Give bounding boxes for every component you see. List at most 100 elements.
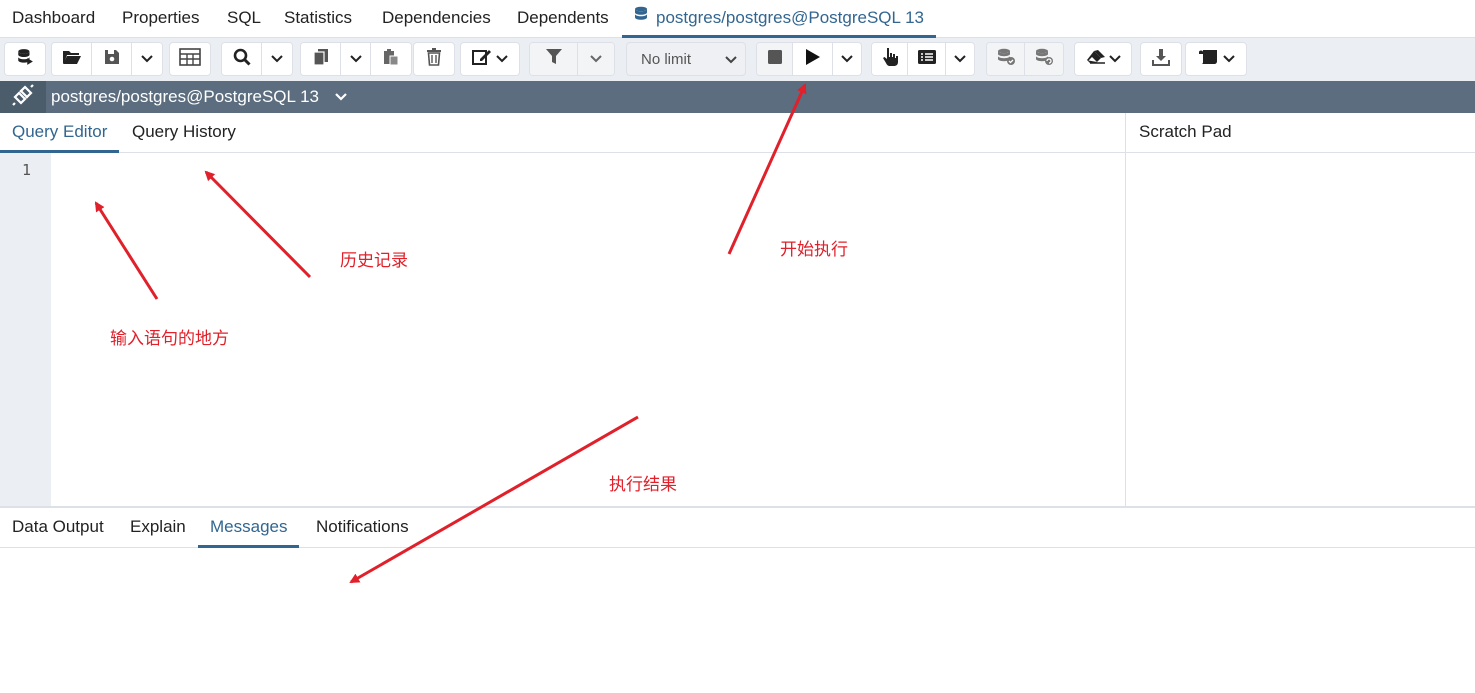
open-query-tool-button[interactable] <box>5 43 45 75</box>
eraser-icon <box>1086 49 1106 70</box>
tab-dependents[interactable]: Dependents <box>517 0 609 38</box>
edit-dropdown-button[interactable] <box>461 43 519 75</box>
edit-icon <box>472 48 492 71</box>
toolbar-group-filter <box>529 42 615 76</box>
folder-open-icon <box>62 49 82 70</box>
copy-icon <box>312 48 329 71</box>
paste-icon <box>383 48 399 71</box>
chevron-down-icon <box>1222 50 1235 68</box>
annotation-history: 历史记录 <box>340 251 408 271</box>
database-icon <box>634 0 650 35</box>
query-toolbar: No limit <box>0 38 1475 81</box>
save-options-dropdown[interactable] <box>132 43 162 75</box>
open-file-button[interactable] <box>52 43 92 75</box>
tab-query-tool-label: postgres/postgres@PostgreSQL 13 <box>656 8 924 27</box>
hand-pointer-icon <box>881 47 899 72</box>
chevron-down-icon <box>590 50 602 68</box>
toolbar-group-clipboard <box>300 42 412 76</box>
chevron-down-icon <box>1108 50 1121 68</box>
top-tab-bar: Dashboard Properties SQL Statistics Depe… <box>0 0 1475 38</box>
tab-sql[interactable]: SQL <box>227 0 261 38</box>
list-icon <box>917 49 937 70</box>
edit-table-button[interactable] <box>170 43 210 75</box>
chevron-down-icon <box>496 50 508 68</box>
tab-query-tool[interactable]: postgres/postgres@PostgreSQL 13 <box>622 0 936 38</box>
cancel-query-button[interactable] <box>757 43 793 75</box>
stop-icon <box>767 49 782 69</box>
explain-analyze-button[interactable] <box>908 43 946 75</box>
copy-button[interactable] <box>301 43 341 75</box>
filter-icon <box>545 48 563 71</box>
find-options-dropdown[interactable] <box>262 43 292 75</box>
toolbar-group-execute <box>756 42 862 76</box>
execute-options-dropdown[interactable] <box>833 43 861 75</box>
database-check-icon <box>996 48 1016 71</box>
line-number: 1 <box>22 161 32 179</box>
explain-options-dropdown[interactable] <box>946 43 974 75</box>
search-icon <box>233 48 251 71</box>
download-icon <box>1152 48 1170 71</box>
toolbar-group-delete <box>413 42 455 76</box>
filter-options-dropdown[interactable] <box>578 43 614 75</box>
tab-query-history[interactable]: Query History <box>132 113 236 153</box>
find-button[interactable] <box>222 43 262 75</box>
messages-panel <box>0 548 1475 693</box>
toolbar-group-file <box>51 42 163 76</box>
paste-button[interactable] <box>371 43 411 75</box>
chevron-down-icon <box>141 50 153 68</box>
tab-statistics[interactable]: Statistics <box>284 0 352 38</box>
chevron-down-icon <box>725 51 737 68</box>
play-icon <box>805 48 821 71</box>
delete-button[interactable] <box>414 43 454 75</box>
save-file-button[interactable] <box>92 43 132 75</box>
chevron-down-icon <box>954 50 966 68</box>
filter-button[interactable] <box>530 43 578 75</box>
tab-messages[interactable]: Messages <box>198 508 300 548</box>
scroll-icon <box>1198 49 1220 70</box>
row-limit-value: No limit <box>641 50 692 68</box>
toolbar-group-edit <box>460 42 520 76</box>
toolbar-group-clear <box>1074 42 1132 76</box>
connection-label[interactable]: postgres/postgres@PostgreSQL 13 <box>51 81 319 113</box>
database-icon <box>16 48 34 71</box>
execute-button[interactable] <box>793 43 833 75</box>
annotation-result: 执行结果 <box>609 475 677 495</box>
table-icon <box>179 47 201 71</box>
chevron-down-icon <box>841 50 853 68</box>
tab-dashboard[interactable]: Dashboard <box>12 0 95 38</box>
tab-notifications[interactable]: Notifications <box>316 508 409 548</box>
toolbar-group-transaction <box>986 42 1064 76</box>
chevron-down-icon[interactable] <box>334 90 348 109</box>
rollback-button[interactable] <box>1025 43 1063 75</box>
tab-explain[interactable]: Explain <box>130 508 186 548</box>
result-tab-bar: Data Output Explain Messages Notificatio… <box>0 506 1475 548</box>
save-icon <box>104 49 120 70</box>
toolbar-group-table <box>169 42 211 76</box>
chevron-down-icon <box>271 50 283 68</box>
toolbar-group-explain <box>871 42 975 76</box>
plug-connected-icon <box>11 83 35 112</box>
chevron-down-icon <box>349 50 362 68</box>
annotation-input-area: 输入语句的地方 <box>110 329 229 349</box>
trash-icon <box>426 47 442 71</box>
copy-options-dropdown[interactable] <box>341 43 371 75</box>
macros-dropdown-button[interactable] <box>1186 43 1246 75</box>
explain-button[interactable] <box>872 43 908 75</box>
annotation-execute: 开始执行 <box>780 240 848 260</box>
tab-query-editor[interactable]: Query Editor <box>0 113 120 153</box>
line-number-gutter: 1 <box>0 153 51 506</box>
toolbar-group-macros <box>1185 42 1247 76</box>
scratch-pad-area[interactable] <box>1125 153 1475 506</box>
editor-tab-bar: Query Editor Query History <box>0 113 1125 153</box>
download-button[interactable] <box>1141 43 1181 75</box>
clear-dropdown-button[interactable] <box>1075 43 1131 75</box>
commit-button[interactable] <box>987 43 1025 75</box>
toolbar-group-find <box>221 42 293 76</box>
toolbar-group-db <box>4 42 46 76</box>
connection-status-button[interactable] <box>0 81 46 113</box>
toolbar-group-download <box>1140 42 1182 76</box>
tab-dependencies[interactable]: Dependencies <box>382 0 491 38</box>
tab-data-output[interactable]: Data Output <box>12 508 104 548</box>
tab-properties[interactable]: Properties <box>122 0 199 38</box>
row-limit-select[interactable]: No limit <box>626 42 746 76</box>
